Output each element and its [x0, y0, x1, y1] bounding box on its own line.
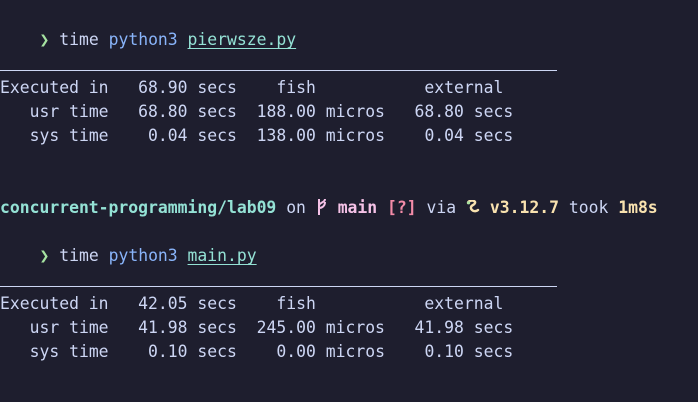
value3: 68.80 [414, 102, 464, 121]
value3: external [424, 78, 504, 97]
label: sys time [29, 126, 109, 145]
value1: 0.10 [148, 342, 188, 361]
value2: fish [276, 294, 316, 313]
value2: 188.00 [256, 102, 316, 121]
value1: 42.05 [138, 294, 188, 313]
value2: 138.00 [256, 126, 316, 145]
unit2: micros [325, 318, 385, 337]
unit1: secs [197, 342, 237, 361]
git-branch-icon [316, 198, 328, 217]
unit3: secs [473, 342, 514, 361]
unit2: micros [325, 102, 385, 121]
cmd-time: time [59, 246, 99, 265]
prompt-arrow-icon: ❯ [39, 246, 50, 265]
prompt-took: took [568, 198, 609, 217]
timing-row-executed-1: Executed in 68.90 secs fish external [0, 76, 503, 100]
value1: 41.98 [138, 318, 188, 337]
label: sys time [29, 342, 109, 361]
terminal-window[interactable]: ❯ time python3 pierwsze.py Executed in 6… [0, 0, 698, 402]
git-status: [?] [387, 198, 417, 217]
value3: 0.04 [424, 126, 464, 145]
unit3: secs [473, 102, 514, 121]
label: Executed in [0, 294, 109, 313]
value2: 245.00 [256, 318, 316, 337]
timing-row-sys-1: sys time 0.04 secs 138.00 micros 0.04 se… [0, 124, 514, 148]
timing-row-sys-2: sys time 0.10 secs 0.00 micros 0.10 secs [0, 340, 514, 364]
cmd-file: pierwsze.py [187, 30, 297, 49]
label: Executed in [0, 78, 109, 97]
unit3: secs [473, 318, 514, 337]
unit1: secs [197, 78, 237, 97]
prompt-via: via [426, 198, 457, 217]
cmd-program: python3 [108, 246, 178, 265]
unit1: secs [197, 126, 237, 145]
prompt-on: on [286, 198, 306, 217]
cmd-file: main.py [187, 246, 257, 265]
separator-line-2 [0, 286, 557, 287]
value3: 0.10 [424, 342, 464, 361]
timing-row-executed-2: Executed in 42.05 secs fish external [0, 292, 503, 316]
separator-line-1 [0, 70, 557, 71]
value3: 41.98 [414, 318, 464, 337]
unit1: secs [197, 318, 237, 337]
value3: external [424, 294, 504, 313]
cmd-program: python3 [108, 30, 178, 49]
unit1: secs [197, 102, 237, 121]
cmd-time: time [59, 30, 99, 49]
value1: 68.80 [138, 102, 188, 121]
python-version: v3.12.7 [489, 198, 559, 217]
previous-prompt-line-cut [0, 0, 698, 2]
git-branch-name: main [337, 198, 378, 217]
label: usr time [29, 102, 109, 121]
command-line-1: ❯ time python3 pierwsze.py [0, 4, 296, 49]
unit2: micros [325, 126, 385, 145]
value2: fish [276, 78, 316, 97]
value2: 0.00 [276, 342, 316, 361]
command-duration: 1m8s [618, 198, 658, 217]
unit3: secs [473, 126, 514, 145]
python-snake-icon [466, 197, 480, 213]
prompt-directory: concurrent-programming/lab09 [0, 198, 277, 217]
timing-row-usr-1: usr time 68.80 secs 188.00 micros 68.80 … [0, 100, 514, 124]
command-line-2: ❯ time python3 main.py [0, 220, 256, 265]
label: usr time [29, 318, 109, 337]
value1: 68.90 [138, 78, 188, 97]
unit1: secs [197, 294, 237, 313]
prompt-line-2: concurrent-programming/lab09 on main [?]… [0, 196, 658, 220]
prompt-arrow-icon: ❯ [39, 30, 50, 49]
value1: 0.04 [148, 126, 188, 145]
timing-row-usr-2: usr time 41.98 secs 245.00 micros 41.98 … [0, 316, 514, 340]
unit2: micros [325, 342, 385, 361]
